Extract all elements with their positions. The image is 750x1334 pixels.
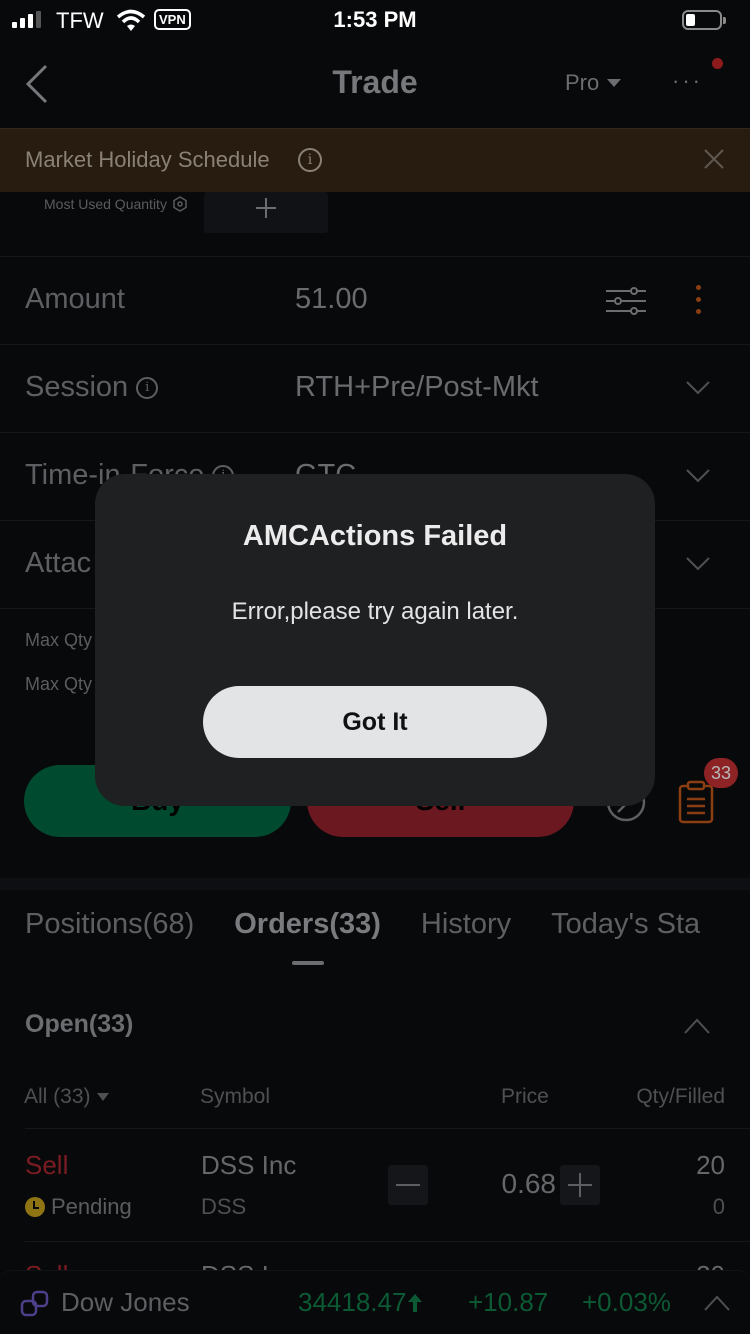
price-decrease-button[interactable] (388, 1165, 428, 1205)
column-symbol: Symbol (200, 1085, 271, 1108)
wifi-icon (116, 9, 146, 31)
column-qty-filled: Qty/Filled (636, 1085, 725, 1108)
amount-row: Amount 51.00 (0, 257, 750, 345)
dialog-message: Error,please try again later. (231, 598, 519, 625)
more-button[interactable]: ··· (672, 68, 703, 94)
index-name: Dow Jones (61, 1287, 190, 1317)
section-separator (0, 878, 750, 890)
settings-icon[interactable] (173, 196, 187, 212)
page-title: Trade (332, 64, 418, 100)
order-filled: 0 (712, 1194, 725, 1219)
index-change: +10.87 (468, 1287, 549, 1317)
column-price: Price (501, 1085, 549, 1108)
tab-todays-statement[interactable]: Today's Sta (551, 908, 700, 941)
chevron-down-icon[interactable] (686, 381, 710, 395)
order-side: Sell (25, 1150, 69, 1180)
order-company-name: DSS Inc (201, 1150, 297, 1180)
tab-bar: Positions(68) Orders(33) History Today's… (25, 908, 700, 965)
chevron-down-icon[interactable] (686, 557, 710, 571)
caret-down-icon (96, 1093, 109, 1101)
order-qty: 20 (696, 1150, 725, 1180)
most-used-quantity-label: Most Used Quantity (44, 196, 167, 212)
arrow-up-icon (408, 1293, 423, 1312)
status-bar: TFW VPN 1:53 PM (0, 0, 750, 40)
divider (25, 1241, 750, 1242)
most-used-quantity: Most Used Quantity (44, 196, 187, 212)
orders-count-badge: 33 (704, 758, 738, 788)
notification-dot (712, 58, 723, 69)
vpn-badge: VPN (154, 9, 191, 30)
back-icon[interactable] (22, 62, 52, 106)
amount-input[interactable]: 51.00 (295, 283, 368, 316)
price-increase-button[interactable] (560, 1165, 600, 1205)
dialog-title: AMCActions Failed (242, 520, 508, 552)
sliders-icon[interactable] (606, 285, 646, 317)
amount-label: Amount (25, 283, 125, 315)
session-select[interactable]: RTH+Pre/Post-Mkt (295, 371, 539, 404)
add-quantity-button[interactable] (204, 192, 328, 233)
banner-text[interactable]: Market Holiday Schedule (25, 147, 270, 173)
chevron-down-icon[interactable] (686, 469, 710, 483)
chevron-up-icon[interactable] (684, 1018, 710, 1034)
got-it-button[interactable]: Got It (203, 686, 547, 758)
order-symbol: DSS (201, 1194, 247, 1219)
signal-icon (12, 11, 41, 28)
index-ticker-bar[interactable]: Dow Jones 34418.47 +10.87 +0.03% (0, 1270, 750, 1334)
kebab-menu-icon[interactable] (694, 285, 702, 317)
info-icon[interactable]: i (136, 376, 159, 399)
max-qty-label: Max Qty (25, 630, 93, 650)
max-qty-label: Max Qty (25, 674, 93, 694)
clock-icon (25, 1197, 45, 1217)
index-price: 34418.47 (298, 1287, 423, 1318)
clipboard-icon[interactable] (678, 780, 714, 824)
session-label: Session i (25, 371, 159, 404)
clock: 1:53 PM (333, 7, 417, 32)
pro-mode-dropdown[interactable]: Pro (565, 70, 622, 96)
caret-down-icon (607, 79, 622, 87)
info-icon[interactable]: i (298, 148, 322, 172)
order-price[interactable]: 0.68 (502, 1168, 557, 1200)
session-row[interactable]: Session i RTH+Pre/Post-Mkt (0, 345, 750, 433)
attach-label: Attac (25, 547, 92, 579)
tab-positions[interactable]: Positions(68) (25, 908, 194, 941)
carrier-label: TFW (56, 8, 104, 33)
pro-mode-label: Pro (565, 70, 600, 95)
divider (25, 1128, 750, 1129)
battery-icon (682, 10, 726, 30)
tab-orders[interactable]: Orders(33) (234, 908, 381, 965)
order-row[interactable]: Sell Pending DSS Inc DSS 0.68 20 0 (0, 1130, 750, 1242)
error-dialog: AMCActions Failed Error,please try again… (95, 474, 655, 806)
close-icon[interactable] (702, 147, 726, 171)
order-status: Pending (25, 1194, 132, 1220)
open-orders-title: Open(33) (25, 1010, 134, 1038)
chevron-up-icon[interactable] (704, 1295, 730, 1311)
order-filter-dropdown[interactable]: All (33) (24, 1085, 109, 1109)
link-icon (20, 1290, 49, 1317)
index-change-percent: +0.03% (582, 1287, 671, 1317)
nav-bar: Trade Pro ··· (0, 40, 750, 128)
holiday-banner[interactable]: Market Holiday Schedule i (0, 128, 750, 192)
tab-history[interactable]: History (421, 908, 511, 941)
